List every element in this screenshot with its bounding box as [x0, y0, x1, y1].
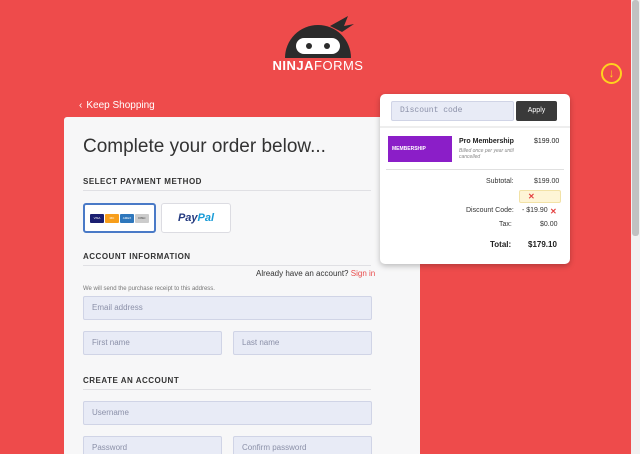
amex-icon: AMEX — [120, 213, 134, 223]
account-section-title: ACCOUNT INFORMATION — [83, 252, 371, 266]
first-name-field[interactable]: First name — [83, 331, 222, 355]
scrollbar-thumb[interactable] — [632, 0, 639, 236]
payment-option-credit-card[interactable]: VISA MC AMEX DISC — [83, 203, 156, 233]
subtotal-label: Subtotal: — [486, 178, 514, 185]
ninja-head-icon — [285, 16, 354, 58]
password-field[interactable]: Password — [83, 436, 222, 454]
discount-code-input[interactable]: Discount code — [391, 101, 514, 121]
scroll-down-icon[interactable]: ↓ — [601, 63, 622, 84]
total-label: Total: — [490, 240, 512, 249]
tax-label: Tax: — [499, 221, 512, 228]
page-title: Complete your order below... — [83, 136, 326, 157]
cart-item: MEMBERSHIP Pro Membership Billed once pe… — [386, 132, 564, 170]
paypal-logo: PayPal — [178, 212, 214, 224]
product-price: $199.00 — [534, 138, 560, 145]
coupon-remove-button[interactable]: ✕ — [519, 190, 561, 203]
logo-light-text: FORMS — [314, 58, 364, 73]
close-icon[interactable]: ✕ — [550, 207, 557, 216]
paypal-logo-pay: Pay — [177, 212, 198, 224]
logo-wordmark: NINJAFORMS — [270, 58, 366, 73]
chevron-left-icon: ‹ — [79, 100, 83, 111]
receipt-note: We will send the purchase receipt to thi… — [83, 286, 215, 292]
mastercard-icon: MC — [105, 213, 119, 223]
product-thumbnail: MEMBERSHIP — [388, 136, 452, 162]
sign-in-prompt: Already have an account? Sign in — [256, 269, 375, 278]
tax-value: $0.00 — [540, 221, 558, 228]
confirm-password-field[interactable]: Confirm password — [233, 436, 372, 454]
keep-shopping-label: Keep Shopping — [86, 100, 155, 111]
username-field[interactable]: Username — [83, 401, 372, 425]
total-value: $179.10 — [528, 240, 557, 249]
keep-shopping-link[interactable]: ‹ Keep Shopping — [79, 100, 155, 111]
discount-label: Discount Code: — [466, 207, 514, 214]
summary-divider — [380, 126, 570, 128]
payment-section-title: SELECT PAYMENT METHOD — [83, 177, 371, 191]
create-account-section-title: CREATE AN ACCOUNT — [83, 376, 371, 390]
product-thumb-label: MEMBERSHIP — [392, 146, 426, 152]
paypal-logo-pal: Pal — [197, 212, 215, 224]
product-name: Pro Membership — [459, 138, 514, 145]
page-scrollbar[interactable] — [631, 0, 640, 454]
ninja-forms-logo: NINJAFORMS — [270, 14, 366, 76]
apply-button[interactable]: Apply — [516, 101, 557, 121]
sign-in-link[interactable]: Sign in — [351, 269, 375, 278]
discover-icon: DISC — [135, 213, 149, 223]
credit-card-icons: VISA MC AMEX DISC — [90, 213, 149, 223]
last-name-field[interactable]: Last name — [233, 331, 372, 355]
product-description: Billed once per year until cancelled — [459, 148, 514, 160]
logo-bold-text: NINJA — [272, 58, 315, 73]
discount-value: - $19.90 — [522, 207, 548, 214]
payment-option-paypal[interactable]: PayPal — [161, 203, 231, 233]
email-field[interactable]: Email address — [83, 296, 372, 320]
visa-icon: VISA — [90, 213, 104, 223]
subtotal-value: $199.00 — [534, 178, 560, 185]
have-account-text: Already have an account? — [256, 269, 349, 278]
